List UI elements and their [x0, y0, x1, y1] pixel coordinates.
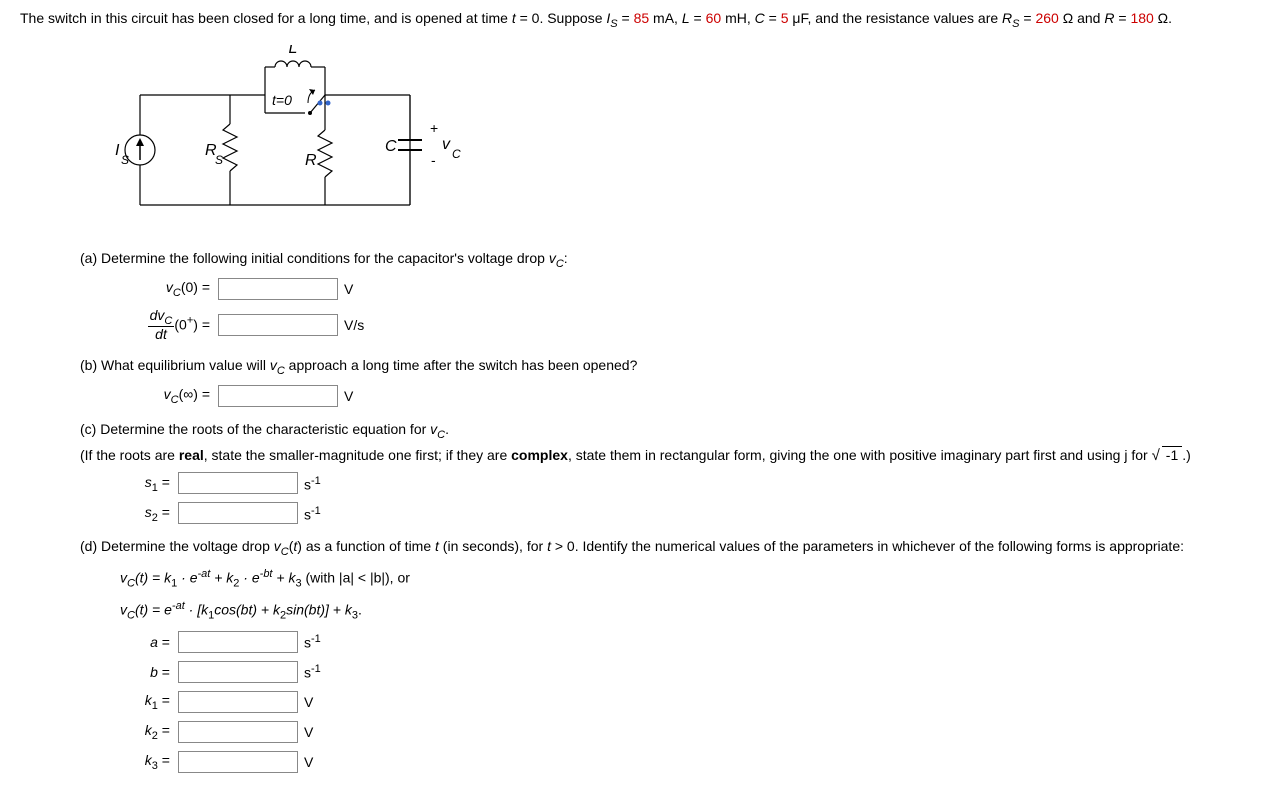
circuit-diagram: I S R S L t=0 R: [110, 45, 480, 230]
vcinf-row: vC(∞) = V: [120, 385, 1263, 407]
svg-text:R: R: [305, 152, 317, 169]
part-d: (d) Determine the voltage drop vC(t) as …: [80, 538, 1263, 773]
svg-text:t=0: t=0: [272, 92, 292, 108]
svg-text:v: v: [442, 136, 451, 153]
svg-text:C: C: [452, 147, 461, 161]
dvc0-row: dvCdt(0+) = V/s: [120, 308, 1263, 343]
s1-input[interactable]: [178, 472, 298, 494]
k3-row: k3 = V: [120, 751, 1263, 773]
vc0-row: vC(0) = V: [120, 278, 1263, 300]
svg-text:C: C: [385, 138, 397, 155]
svg-text:I: I: [115, 142, 120, 159]
k2-row: k2 = V: [120, 721, 1263, 743]
svg-text:L: L: [289, 45, 298, 57]
vc0-input[interactable]: [218, 278, 338, 300]
part-c-note: (If the roots are real, state the smalle…: [80, 446, 1263, 464]
dvc0-unit: V/s: [344, 317, 364, 333]
part-a-prompt: (a) Determine the following initial cond…: [80, 250, 1263, 270]
part-b-prompt: (b) What equilibrium value will vC appro…: [80, 357, 1263, 377]
b-row: b = s-1: [120, 661, 1263, 683]
vcinf-unit: V: [344, 388, 353, 404]
s2-row: s2 = s-1: [120, 502, 1263, 524]
k1-row: k1 = V: [120, 691, 1263, 713]
part-c: (c) Determine the roots of the character…: [80, 421, 1263, 525]
svg-text:-: -: [431, 152, 436, 168]
s1-unit: s-1: [304, 475, 321, 493]
part-a: (a) Determine the following initial cond…: [80, 250, 1263, 343]
b-input[interactable]: [178, 661, 298, 683]
part-b: (b) What equilibrium value will vC appro…: [80, 357, 1263, 407]
dvc0-input[interactable]: [218, 314, 338, 336]
svg-text:+: +: [430, 120, 438, 136]
k3-input[interactable]: [178, 751, 298, 773]
k2-input[interactable]: [178, 721, 298, 743]
part-d-prompt: (d) Determine the voltage drop vC(t) as …: [80, 538, 1263, 558]
a-row: a = s-1: [120, 631, 1263, 653]
problem-statement: The switch in this circuit has been clos…: [20, 10, 1263, 30]
form2: vC(t) = e-at · [k1cos(bt) + k2sin(bt)] +…: [120, 600, 1263, 621]
form1: vC(t) = k1 · e-at + k2 · e-bt + k3 (with…: [120, 568, 1263, 589]
s2-unit: s-1: [304, 505, 321, 523]
vcinf-input[interactable]: [218, 385, 338, 407]
part-c-prompt: (c) Determine the roots of the character…: [80, 421, 1263, 441]
svg-text:S: S: [121, 153, 129, 167]
k1-input[interactable]: [178, 691, 298, 713]
vc0-unit: V: [344, 281, 353, 297]
s1-row: s1 = s-1: [120, 472, 1263, 494]
s2-input[interactable]: [178, 502, 298, 524]
a-input[interactable]: [178, 631, 298, 653]
svg-text:S: S: [215, 153, 223, 167]
